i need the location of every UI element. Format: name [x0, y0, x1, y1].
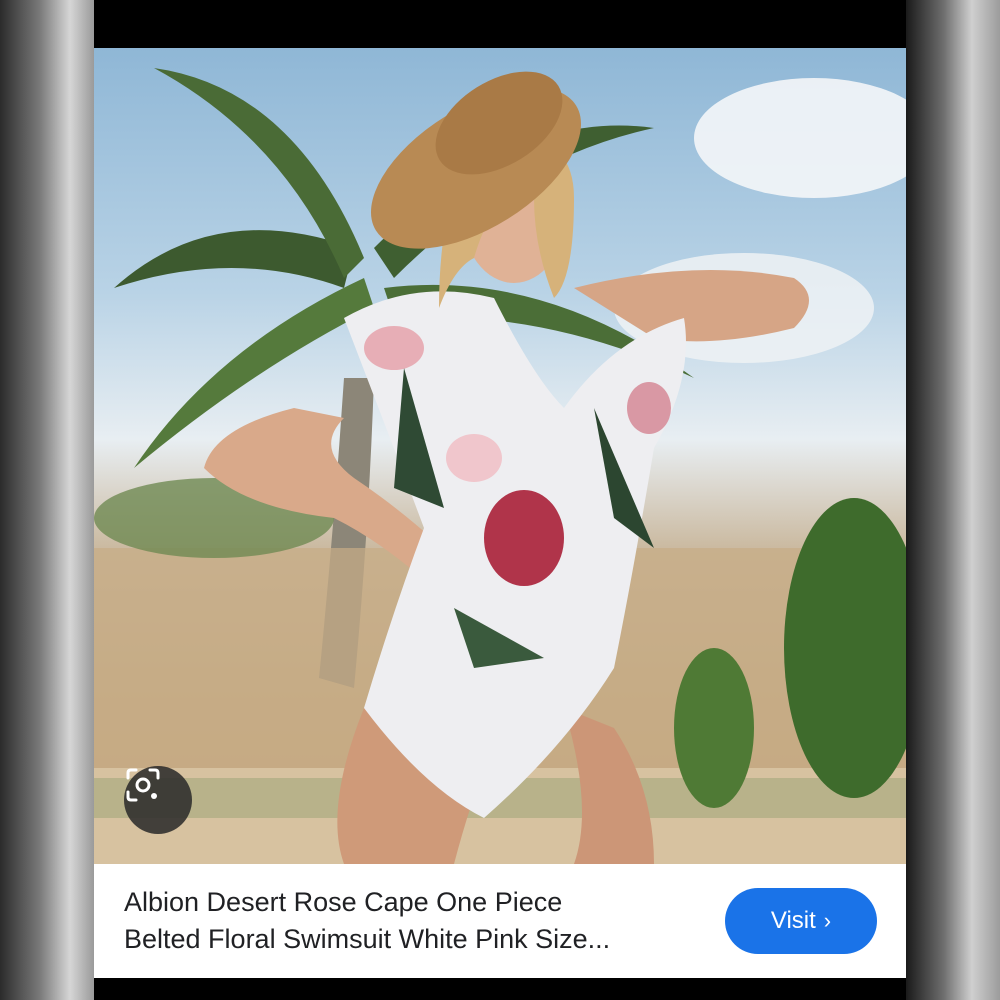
search-result-card[interactable]: Albion Desert Rose Cape One Piece Belted… [94, 48, 906, 978]
visit-button-label: Visit [770, 907, 816, 934]
product-title[interactable]: Albion Desert Rose Cape One Piece Belted… [124, 884, 704, 958]
visit-button[interactable]: Visit › [725, 888, 877, 954]
lens-button[interactable] [124, 766, 192, 834]
product-title-line-2: Belted Floral Swimsuit White Pink Size..… [124, 924, 611, 954]
product-title-line-1: Albion Desert Rose Cape One Piece [124, 887, 563, 917]
product-photo[interactable] [94, 48, 906, 864]
bottom-black-bar [94, 978, 906, 1000]
visual-search-lens-icon [126, 768, 160, 802]
photo-illustration [94, 68, 906, 864]
top-black-bar [94, 0, 906, 48]
chevron-right-icon: › [823, 908, 832, 933]
right-blur-border [906, 0, 1000, 1000]
